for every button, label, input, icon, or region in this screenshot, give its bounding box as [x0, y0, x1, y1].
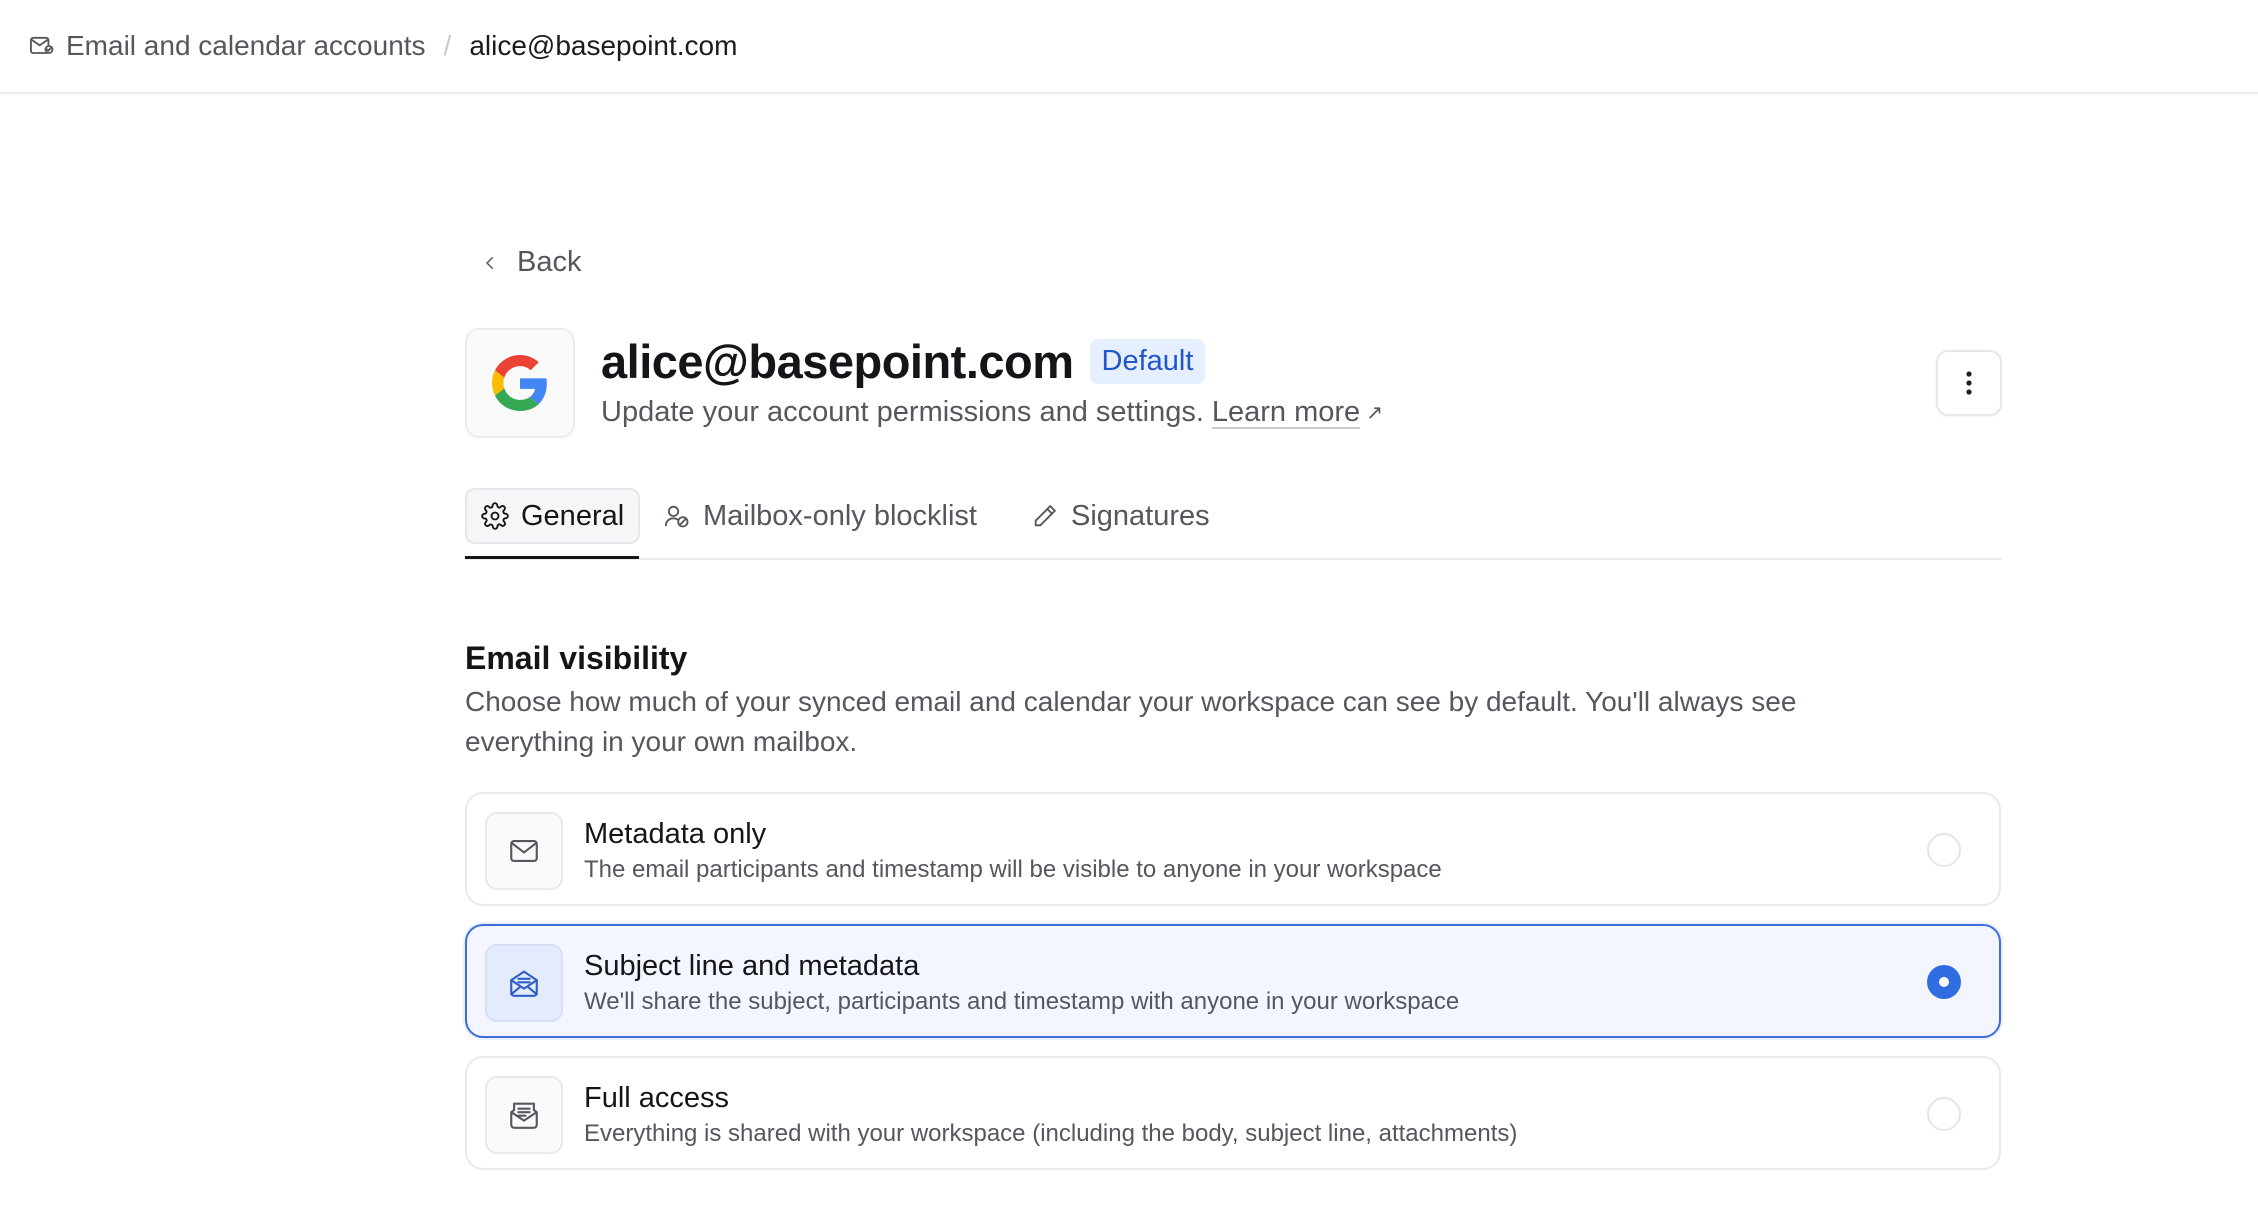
option-description: Everything is shared with your workspace… [584, 1120, 1518, 1147]
account-title: alice@basepoint.com Default [601, 334, 1206, 389]
user-block-icon [664, 505, 689, 528]
tab-mailbox-blocklist-label: Mailbox-only blocklist [703, 499, 977, 532]
radio-subject-and-metadata[interactable] [1927, 965, 1961, 999]
chevron-left-icon [486, 256, 493, 269]
tab-general[interactable]: General [465, 488, 641, 544]
learn-more-link[interactable]: Learn more [1211, 397, 1361, 429]
tab-signatures[interactable]: Signatures [1031, 488, 1210, 544]
breadcrumb-root[interactable]: Email and calendar accounts [66, 30, 426, 62]
tab-signatures-label: Signatures [1071, 499, 1210, 532]
back-button[interactable]: Back [481, 246, 581, 279]
more-options-button[interactable] [1936, 350, 2002, 416]
tab-general-label: General [521, 499, 625, 532]
option-subject-and-metadata[interactable]: Subject line and metadata We'll share th… [465, 924, 2001, 1038]
option-description: We'll share the subject, participants an… [584, 988, 1460, 1015]
option-full-access[interactable]: Full access Everything is shared with yo… [465, 1056, 2001, 1170]
active-tab-indicator [465, 556, 639, 559]
account-subtitle: Update your account permissions and sett… [601, 396, 1383, 429]
subtitle-text: Update your account permissions and sett… [601, 396, 1204, 428]
envelope-letter-icon [485, 1076, 563, 1154]
breadcrumb: Email and calendar accounts / alice@base… [0, 0, 2258, 94]
breadcrumb-separator: / [443, 30, 452, 61]
option-description: The email participants and timestamp wil… [584, 856, 1442, 883]
open-envelope-icon [485, 944, 563, 1022]
radio-full-access[interactable] [1927, 1097, 1961, 1131]
tab-mailbox-blocklist[interactable]: Mailbox-only blocklist [663, 488, 977, 544]
mail-accounts-icon [28, 32, 56, 60]
breadcrumb-current: alice@basepoint.com [469, 30, 738, 61]
google-logo-icon [465, 328, 575, 438]
envelope-icon [485, 812, 563, 890]
default-badge: Default [1089, 339, 1206, 384]
pen-icon [1034, 505, 1056, 527]
option-metadata-only[interactable]: Metadata only The email participants and… [465, 792, 2001, 906]
account-email: alice@basepoint.com [601, 335, 1074, 388]
section-title: Email visibility [465, 640, 688, 676]
radio-metadata-only[interactable] [1927, 833, 1961, 867]
tab-bar: General Mailbox-only blocklist Signature… [465, 488, 2001, 560]
more-vertical-icon [1966, 371, 1972, 395]
option-title: Metadata only [584, 818, 767, 850]
option-title: Full access [584, 1082, 730, 1114]
external-link-icon: ↗ [1366, 402, 1383, 424]
option-title: Subject line and metadata [584, 950, 920, 982]
section-description: Choose how much of your synced email and… [465, 686, 1797, 757]
gear-icon [481, 502, 509, 530]
back-label: Back [517, 246, 582, 278]
